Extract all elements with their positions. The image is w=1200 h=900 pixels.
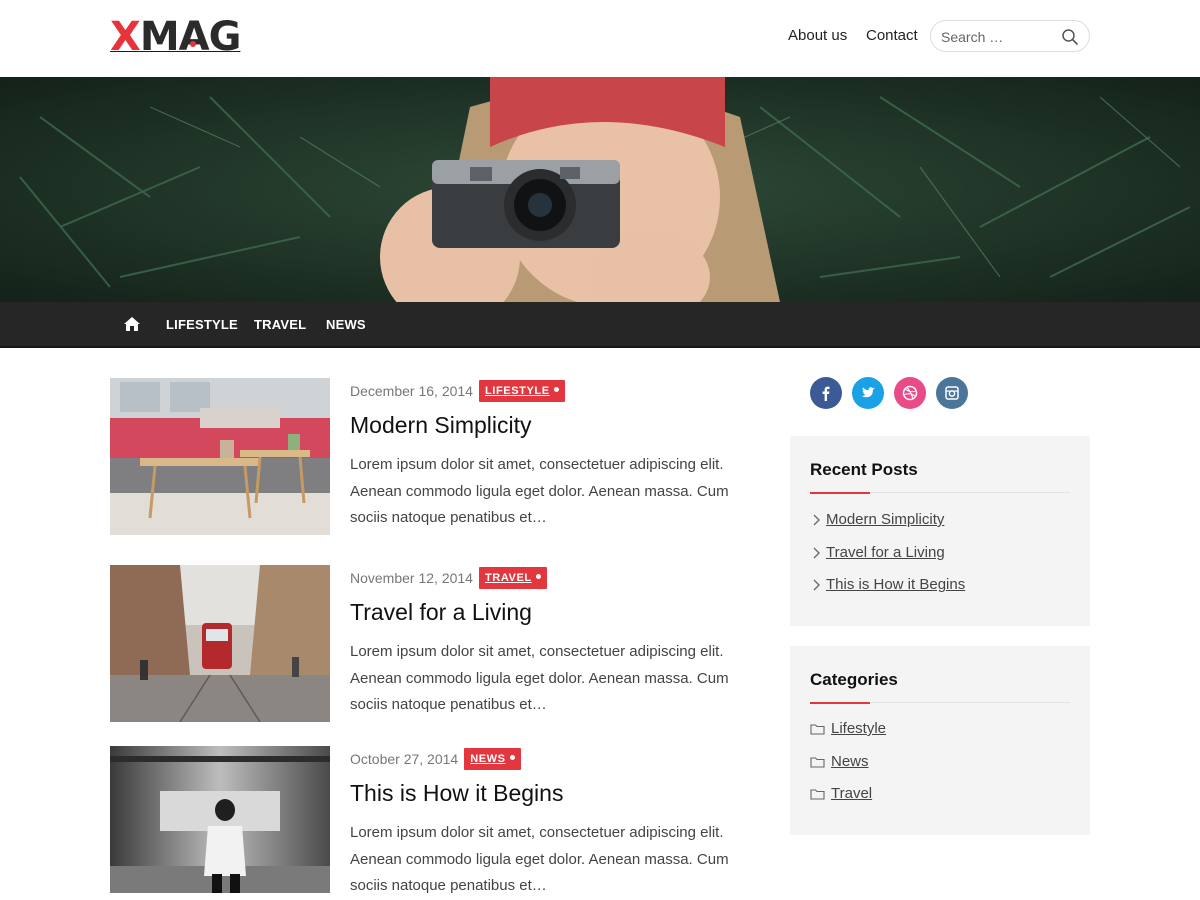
category-badge[interactable]: TRAVEL <box>478 567 547 589</box>
menu-item-news[interactable]: NEWS <box>326 317 366 332</box>
category-link[interactable]: News <box>810 752 869 772</box>
folder-icon <box>810 724 825 735</box>
main-menu: LIFESTYLE TRAVEL NEWS <box>0 302 1200 348</box>
widget-divider-accent <box>810 492 870 494</box>
nav-about-us[interactable]: About us <box>788 27 847 44</box>
post-date: November 12, 2014 <box>350 570 473 586</box>
widget-divider-accent <box>810 702 870 704</box>
post-date: October 27, 2014 <box>350 751 459 767</box>
chevron-right-icon <box>813 514 820 526</box>
nav-contact[interactable]: Contact <box>866 27 918 44</box>
instagram-icon[interactable] <box>936 377 968 409</box>
widget-title: Recent Posts <box>810 460 918 479</box>
recent-posts-widget: Recent Posts Modern Simplicity Travel fo… <box>790 436 1090 626</box>
category-badge[interactable]: LIFESTYLE <box>478 380 565 402</box>
category-badge[interactable]: NEWS <box>464 748 521 770</box>
recent-post-link[interactable]: This is How it Begins <box>810 575 965 595</box>
post-title[interactable]: This is How it Begins <box>350 780 563 807</box>
post-thumbnail[interactable] <box>110 378 330 535</box>
post-title[interactable]: Modern Simplicity <box>350 412 532 439</box>
menu-item-lifestyle[interactable]: LIFESTYLE <box>166 317 238 332</box>
folder-icon <box>810 789 825 800</box>
chevron-right-icon <box>813 579 820 591</box>
post-excerpt: Lorem ipsum dolor sit amet, consectetuer… <box>350 643 729 713</box>
post-meta: October 27, 2014 NEWS <box>350 747 521 771</box>
chevron-right-icon <box>813 547 820 559</box>
search-input[interactable] <box>941 27 1056 47</box>
post-date: December 16, 2014 <box>350 383 473 399</box>
menu-item-travel[interactable]: TRAVEL <box>254 317 306 332</box>
post-excerpt: Lorem ipsum dolor sit amet, consectetuer… <box>350 456 729 526</box>
category-link[interactable]: Lifestyle <box>810 719 886 739</box>
post-title[interactable]: Travel for a Living <box>350 599 532 626</box>
recent-post-link[interactable]: Modern Simplicity <box>810 510 944 530</box>
dribbble-icon[interactable] <box>894 377 926 409</box>
post-meta: November 12, 2014 TRAVEL <box>350 566 547 590</box>
categories-widget: Categories Lifestyle News Travel <box>790 646 1090 835</box>
twitter-icon[interactable] <box>852 377 884 409</box>
logo-text: XMAG <box>110 14 241 60</box>
facebook-icon[interactable] <box>810 377 842 409</box>
logo-accent-dot <box>190 41 196 47</box>
hero-image <box>0 77 1200 302</box>
recent-post-link[interactable]: Travel for a Living <box>810 543 945 563</box>
search-icon[interactable] <box>1061 28 1079 46</box>
hero-banner <box>0 77 1200 302</box>
site-logo[interactable]: XMAG <box>110 14 250 60</box>
site-header: XMAG About us Contact <box>0 0 1200 77</box>
category-link[interactable]: Travel <box>810 784 872 804</box>
post-meta: December 16, 2014 LIFESTYLE <box>350 379 565 403</box>
search-box <box>930 20 1090 52</box>
folder-icon <box>810 757 825 768</box>
post-thumbnail[interactable] <box>110 565 330 722</box>
widget-title: Categories <box>810 670 898 689</box>
post-thumbnail[interactable] <box>110 746 330 893</box>
post-excerpt: Lorem ipsum dolor sit amet, consectetuer… <box>350 824 729 894</box>
home-icon[interactable] <box>124 317 140 331</box>
